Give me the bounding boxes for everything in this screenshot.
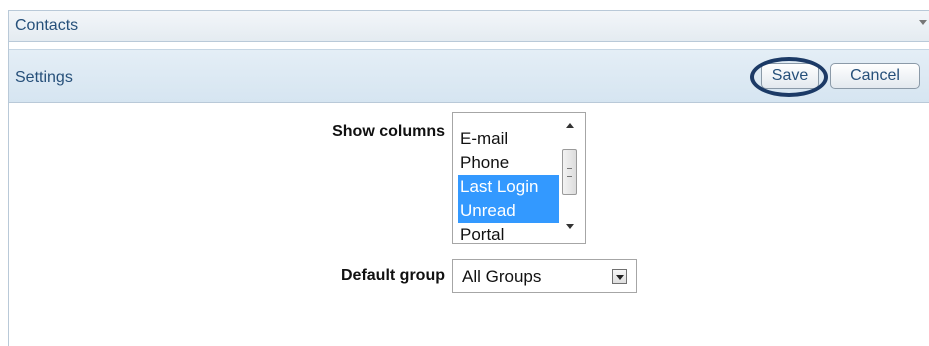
column-option[interactable]: Phone: [458, 151, 559, 175]
column-option[interactable]: Last Login: [458, 175, 559, 199]
panel-titlebar: Contacts: [9, 11, 929, 42]
column-option[interactable]: Unread: [458, 199, 559, 223]
scroll-down-icon[interactable]: [566, 224, 574, 229]
save-button[interactable]: Save: [761, 63, 819, 89]
dropdown-arrow-icon[interactable]: [612, 269, 627, 284]
chevron-down-icon[interactable]: [919, 20, 927, 25]
scroll-thumb[interactable]: [562, 149, 577, 195]
settings-label: Settings: [15, 69, 73, 86]
default-group-label: Default group: [341, 267, 445, 284]
default-group-value: All Groups: [462, 267, 542, 286]
contacts-panel: Contacts Settings Save Cancel Show colum…: [8, 10, 929, 346]
scroll-up-icon[interactable]: [566, 123, 574, 128]
show-columns-listbox[interactable]: E-mail Phone Last Login Unread Portal: [452, 112, 586, 244]
show-columns-label: Show columns: [332, 123, 445, 140]
column-option[interactable]: E-mail: [458, 127, 559, 151]
cancel-button[interactable]: Cancel: [830, 63, 920, 89]
listbox-scrollbar[interactable]: [561, 117, 579, 235]
column-option[interactable]: Portal: [458, 223, 559, 243]
default-group-select[interactable]: All Groups: [452, 259, 637, 293]
settings-bar: Settings Save Cancel: [9, 49, 929, 103]
panel-title: Contacts: [15, 17, 79, 34]
